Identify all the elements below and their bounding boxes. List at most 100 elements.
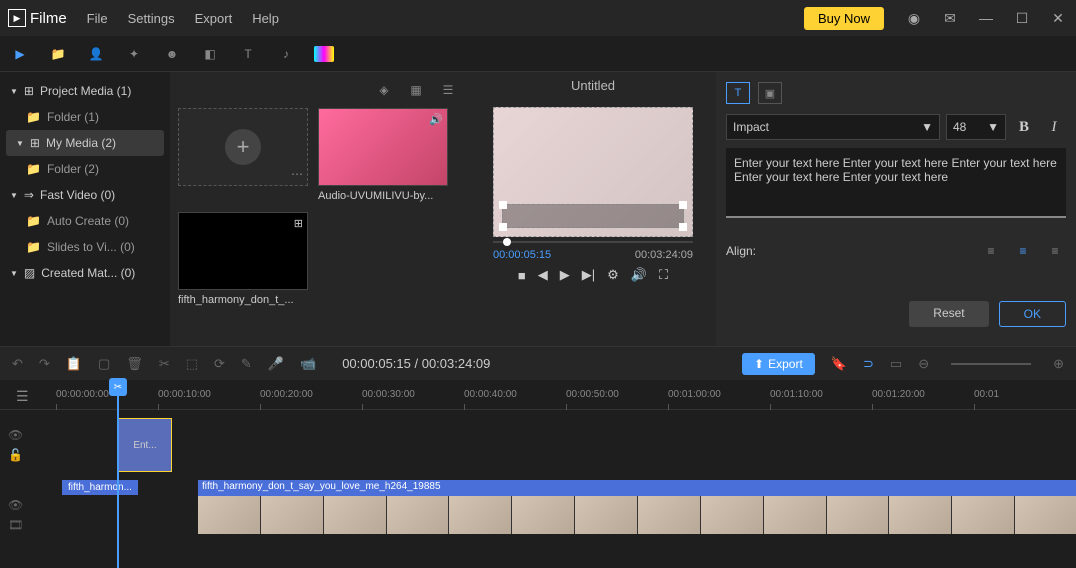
grid-view-icon[interactable]: ▦ xyxy=(406,80,426,100)
app-logo: ▶ Filme xyxy=(8,9,67,27)
playhead[interactable] xyxy=(117,380,119,568)
text-tool-icon[interactable]: T xyxy=(238,44,258,64)
logo-icon: ▶ xyxy=(8,9,26,27)
copy-icon[interactable]: 📋 xyxy=(66,356,82,372)
text-track[interactable]: 👁🔓 Ent... xyxy=(48,410,1076,480)
color-tool-icon[interactable] xyxy=(314,44,334,64)
align-right-icon[interactable]: ≡ xyxy=(1044,241,1066,261)
paste-icon[interactable]: ▢ xyxy=(98,356,110,372)
layers-icon[interactable]: ◈ xyxy=(374,80,394,100)
media-tab-icon[interactable]: ▶ xyxy=(10,44,30,64)
sidebar-project-media[interactable]: ▼ ⊞ Project Media (1) xyxy=(0,78,170,104)
title-bar: ▶ Filme File Settings Export Help Buy No… xyxy=(0,0,1076,36)
app-name: Filme xyxy=(30,10,67,27)
sidebar-created-mat[interactable]: ▼ ▨ Created Mat... (0) xyxy=(0,260,170,286)
bold-button[interactable]: B xyxy=(1012,114,1036,140)
settings-icon[interactable]: ⚙ xyxy=(607,267,619,283)
play-icon[interactable]: ▶ xyxy=(560,267,570,283)
timeline: ☰ 00:00:00:00 00:00:10:00 00:00:20:00 00… xyxy=(0,380,1076,568)
mail-icon[interactable]: ✉ xyxy=(940,8,960,28)
stop-icon[interactable]: ■ xyxy=(518,268,526,283)
font-family-select[interactable]: Impact▼ xyxy=(726,114,940,140)
text-clip[interactable]: Ent... xyxy=(118,418,172,472)
align-center-icon[interactable]: ≡ xyxy=(1012,241,1034,261)
zoom-out-icon[interactable]: ⊖ xyxy=(918,356,929,372)
minimize-icon[interactable]: — xyxy=(976,8,996,28)
sidebar-folder-2[interactable]: 📁 Folder (2) xyxy=(0,156,170,182)
add-media-card[interactable]: +⋯ xyxy=(178,108,308,202)
film-track-icon[interactable]: 🎞 xyxy=(8,518,23,532)
preview-panel: Untitled 00:00:05:15 00:03:24:09 ■ ◀ ▶ ▶… xyxy=(470,72,716,346)
snap-icon[interactable]: ⊃ xyxy=(863,356,874,372)
eye-icon[interactable]: 👁 xyxy=(8,428,23,442)
sidebar-auto-create[interactable]: 📁 Auto Create (0) xyxy=(0,208,170,234)
video-track[interactable]: 👁🎞 fifth_harmon... fifth_harmony_don_t_s… xyxy=(48,480,1076,550)
account-icon[interactable]: ◉ xyxy=(904,8,924,28)
tag-icon[interactable]: 🔖 xyxy=(831,356,847,372)
audio-tool-icon[interactable]: ♪ xyxy=(276,44,296,64)
tool-iconbar: ▶ 📁 👤 ✦ ☻ ◧ T ♪ xyxy=(0,36,1076,72)
redo-icon[interactable]: ↷ xyxy=(39,356,50,372)
marker-icon[interactable]: ✎ xyxy=(241,356,252,372)
video-clip-short[interactable]: fifth_harmon... xyxy=(62,480,138,495)
list-view-icon[interactable]: ☰ xyxy=(438,80,458,100)
zoom-in-icon[interactable]: ⊕ xyxy=(1053,356,1064,372)
undo-icon[interactable]: ↶ xyxy=(12,356,23,372)
timeline-time: 00:00:05:15 / 00:03:24:09 xyxy=(342,356,490,371)
volume-icon[interactable]: 🔊 xyxy=(631,267,647,283)
media-item-video[interactable]: ⊞ fifth_harmony_don_t_... xyxy=(178,212,308,306)
fit-icon[interactable]: ▭ xyxy=(890,356,902,372)
fullscreen-icon[interactable]: ⛶ xyxy=(659,267,668,283)
more-icon[interactable]: ⋯ xyxy=(291,167,303,181)
italic-button[interactable]: I xyxy=(1042,114,1066,140)
voiceover-icon[interactable]: 🎤 xyxy=(268,356,284,372)
maximize-icon[interactable]: ☐ xyxy=(1012,8,1032,28)
reset-button[interactable]: Reset xyxy=(909,301,988,327)
text-tab[interactable]: T xyxy=(726,82,750,104)
media-item-audio[interactable]: 🔊 Audio-UVUMILIVU-by... xyxy=(318,108,448,202)
menu-file[interactable]: File xyxy=(87,11,108,26)
prev-icon[interactable]: ◀ xyxy=(538,267,548,283)
main-menu: File Settings Export Help xyxy=(87,11,279,26)
sidebar-my-media[interactable]: ▼ ⊞ My Media (2) xyxy=(6,130,164,156)
timeline-toolbar: ↶ ↷ 📋 ▢ 🗑 ✂ ⬚ ⟳ ✎ 🎤 📹 00:00:05:15 / 00:0… xyxy=(0,346,1076,380)
text-content-input[interactable]: Enter your text here Enter your text her… xyxy=(726,148,1066,218)
buy-now-button[interactable]: Buy Now xyxy=(804,7,884,30)
track-menu-icon[interactable]: ☰ xyxy=(16,388,29,405)
transition-icon[interactable]: ◧ xyxy=(200,44,220,64)
camera-icon[interactable]: 📹 xyxy=(300,356,316,372)
ok-button[interactable]: OK xyxy=(999,301,1066,327)
sidebar-folder-1[interactable]: 📁 Folder (1) xyxy=(0,104,170,130)
sidebar-slides[interactable]: 📁 Slides to Vi... (0) xyxy=(0,234,170,260)
speed-icon[interactable]: ⟳ xyxy=(214,356,225,372)
timeline-ruler[interactable]: ☰ 00:00:00:00 00:00:10:00 00:00:20:00 00… xyxy=(0,380,1076,410)
current-time: 00:00:05:15 xyxy=(493,249,551,261)
style-tab[interactable]: ▣ xyxy=(758,82,782,104)
menu-help[interactable]: Help xyxy=(252,11,279,26)
preview-video[interactable] xyxy=(493,107,693,237)
eye-icon[interactable]: 👁 xyxy=(8,498,23,512)
export-button[interactable]: ⬆ Export xyxy=(742,353,815,375)
align-left-icon[interactable]: ≡ xyxy=(980,241,1002,261)
align-label: Align: xyxy=(726,244,756,258)
effects-icon[interactable]: ✦ xyxy=(124,44,144,64)
preview-scrubber[interactable] xyxy=(493,241,693,243)
next-icon[interactable]: ▶| xyxy=(582,267,595,283)
folder-icon[interactable]: 📁 xyxy=(48,44,68,64)
text-overlay-box[interactable] xyxy=(502,204,684,228)
duration-time: 00:03:24:09 xyxy=(635,249,693,261)
close-icon[interactable]: ✕ xyxy=(1048,8,1068,28)
font-size-select[interactable]: 48▼ xyxy=(946,114,1006,140)
sidebar-fast-video[interactable]: ▼ ⇒ Fast Video (0) xyxy=(0,182,170,208)
delete-icon[interactable]: 🗑 xyxy=(126,356,143,372)
zoom-slider[interactable] xyxy=(951,363,1031,365)
menu-export[interactable]: Export xyxy=(195,11,233,26)
crop-icon[interactable]: ⬚ xyxy=(186,356,198,372)
sticker-icon[interactable]: ☻ xyxy=(162,44,182,64)
lock-icon[interactable]: 🔓 xyxy=(8,448,23,462)
menu-settings[interactable]: Settings xyxy=(128,11,175,26)
split-icon[interactable]: ✂ xyxy=(159,356,170,372)
person-icon[interactable]: 👤 xyxy=(86,44,106,64)
video-clip-long[interactable]: fifth_harmony_don_t_say_you_love_me_h264… xyxy=(198,480,1076,534)
project-title: Untitled xyxy=(571,72,615,99)
